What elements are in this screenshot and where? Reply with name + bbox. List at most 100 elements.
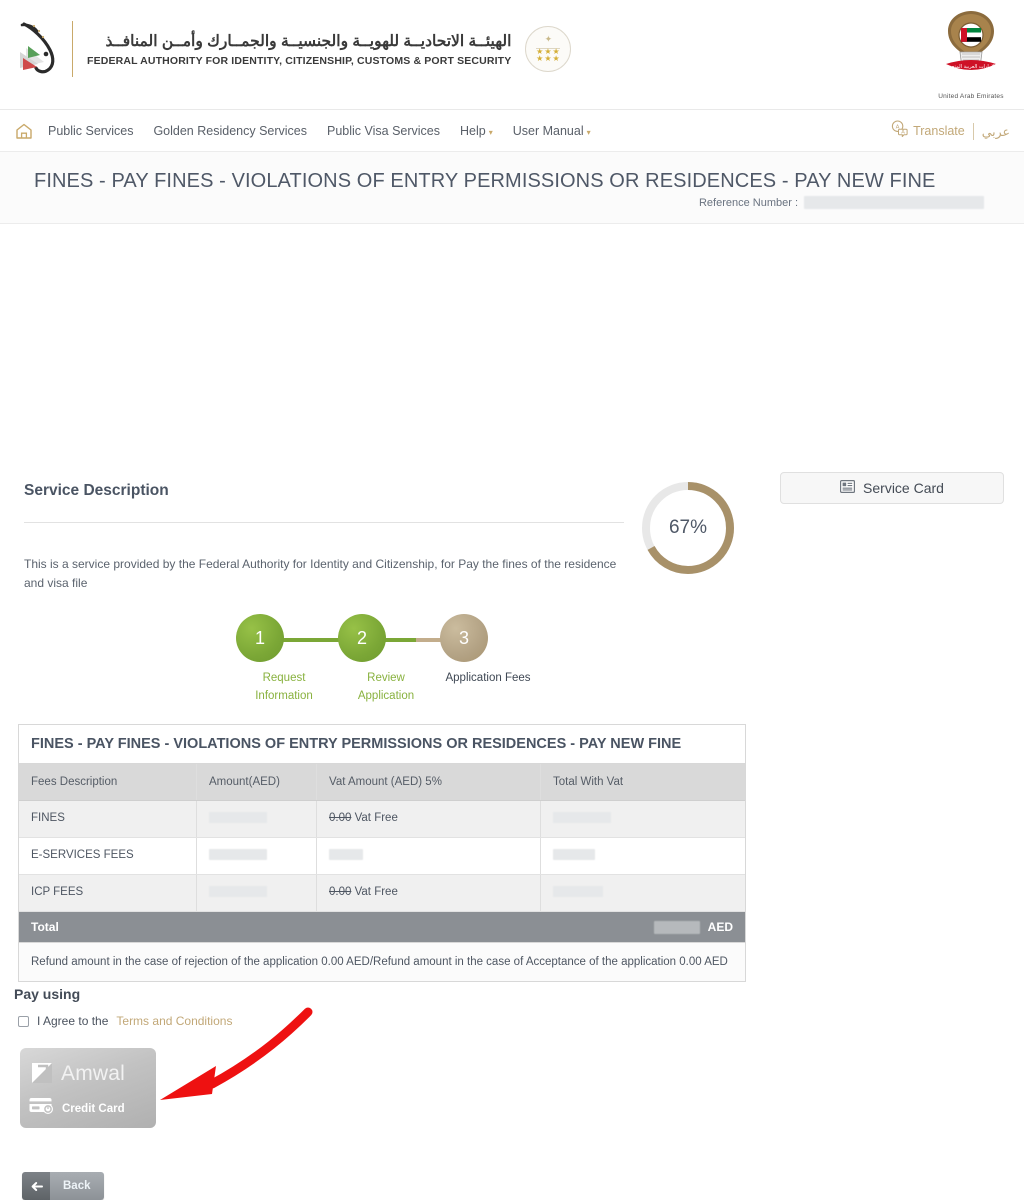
fees-table: FINES - PAY FINES - VIOLATIONS OF ENTRY … (18, 724, 746, 983)
amwal-logo-icon (29, 1058, 55, 1089)
translate-icon: A A (891, 120, 908, 142)
stepper-step-3-caption: Application Fees (445, 672, 531, 684)
service-description-block: Service Description This is a service pr… (24, 482, 624, 592)
cell-vat-struck-value: 0.00 (329, 812, 352, 824)
cell-vat-amount: 0.00 Vat Free (317, 875, 541, 911)
cell-vat-struck-value: 0.00 (329, 886, 352, 898)
card-list-icon (840, 480, 856, 496)
main-navigation: Public Services Golden Residency Service… (0, 110, 1024, 152)
fees-table-title: FINES - PAY FINES - VIOLATIONS OF ENTRY … (19, 725, 745, 764)
brand-divider (72, 21, 73, 77)
stepper-step-1-caption: Request Information (255, 672, 313, 702)
translate-button[interactable]: A A Translate (891, 120, 965, 142)
step-number: 2 (356, 627, 367, 648)
amwal-brand-label: Amwal (61, 1061, 126, 1085)
emblem-caption: United Arab Emirates (938, 93, 1004, 100)
cell-fees-description: E-SERVICES FEES (19, 838, 197, 874)
cell-total-with-vat (541, 801, 745, 837)
stepper-step-2[interactable]: 2 (338, 614, 386, 662)
fees-table-total-row: Total AED (19, 912, 745, 943)
site-header: الهيئــة الاتحاديــة للهويــة والجنسيــة… (0, 0, 1024, 110)
service-card-button[interactable]: Service Card (780, 472, 1004, 504)
nav-separator (972, 122, 974, 140)
progress-stepper: 1 2 3 Request Information Review Applica… (236, 614, 546, 710)
column-header-vat-amount: Vat Amount (AED) 5% (317, 764, 541, 800)
home-icon[interactable] (14, 121, 34, 141)
terms-agreement-row: I Agree to the Terms and Conditions (18, 1014, 232, 1028)
service-description-text: This is a service provided by the Federa… (24, 557, 617, 590)
total-value (653, 920, 700, 934)
progress-ring: 67% (638, 478, 738, 578)
page-title-band: FINES - PAY FINES - VIOLATIONS OF ENTRY … (0, 152, 1024, 224)
reference-number: Reference Number : (699, 196, 984, 209)
nav-item-label: Public Visa Services (327, 123, 441, 138)
back-button[interactable]: Back (22, 1172, 104, 1200)
cell-fees-description: FINES (19, 801, 197, 837)
total-label: Total (31, 920, 59, 934)
column-header-total-with-vat: Total With Vat (553, 776, 624, 788)
fees-table-header-row: Fees Description Amount(AED) Vat Amount … (19, 764, 745, 801)
quality-seal-icon: ✦ ★★★ ★★★ (525, 26, 572, 72)
credit-card-label: Credit Card (62, 1102, 125, 1115)
stepper-step-1[interactable]: 1 (236, 614, 284, 662)
cell-amount (197, 838, 317, 874)
progress-percent-label: 67% (668, 517, 708, 538)
amwal-credit-card-payment-button[interactable]: Amwal Credit Card (20, 1048, 156, 1128)
cell-amount (197, 875, 317, 911)
stepper-step-3[interactable]: 3 (440, 614, 488, 662)
chevron-down-icon: ▾ (488, 127, 493, 137)
credit-card-icon (29, 1097, 55, 1120)
cell-amount (197, 801, 317, 837)
cell-vat-amount: 0.00 Vat Free (317, 801, 541, 837)
translate-label: Translate (913, 124, 965, 138)
arrow-left-icon (22, 1172, 50, 1200)
cell-vat-text: Vat Free (354, 886, 398, 898)
back-button-label: Back (50, 1172, 104, 1200)
pay-using-heading: Pay using (14, 986, 81, 1002)
reference-number-value (804, 196, 984, 209)
refund-note: Refund amount in the case of rejection o… (19, 943, 745, 982)
terms-agreement-prefix: I Agree to the (37, 1014, 109, 1028)
table-row: FINES 0.00 Vat Free (19, 801, 745, 838)
nav-item-label: User Manual (512, 123, 584, 138)
nav-item-label: Public Services (48, 123, 134, 138)
nav-item-label: Help (460, 123, 486, 138)
column-header-amount: Amount(AED) (197, 764, 317, 800)
page-title: FINES - PAY FINES - VIOLATIONS OF ENTRY … (34, 170, 936, 192)
language-arabic-link[interactable]: عربي (982, 124, 1010, 139)
table-row: E-SERVICES FEES (19, 838, 745, 875)
svg-text:A: A (901, 129, 905, 135)
service-description-heading: Service Description (24, 482, 169, 499)
nav-item-golden-residency-services[interactable]: Golden Residency Services (153, 124, 307, 138)
nav-item-help[interactable]: Help ▾ (460, 124, 493, 138)
brand-name-english: FEDERAL AUTHORITY FOR IDENTITY, CITIZENS… (87, 54, 512, 67)
chevron-down-icon: ▾ (586, 127, 591, 137)
brand-block: الهيئــة الاتحاديــة للهويــة والجنسيــة… (14, 18, 572, 80)
terms-agreement-checkbox[interactable] (18, 1015, 29, 1027)
stepper-step-2-caption: Review Application (357, 672, 415, 702)
reference-number-label: Reference Number : (698, 196, 798, 209)
column-header-fees-description: Fees Description (19, 764, 197, 800)
nav-item-public-visa-services[interactable]: Public Visa Services (327, 124, 440, 138)
step-connector-2-3a (382, 638, 416, 642)
total-currency: AED (707, 920, 733, 934)
nav-item-user-manual[interactable]: User Manual ▾ (513, 124, 591, 138)
falcon-logo-icon (14, 18, 66, 80)
nav-item-public-services[interactable]: Public Services (48, 124, 133, 138)
divider (24, 522, 624, 523)
cell-vat-text: Vat Free (354, 812, 398, 824)
step-connector-1-2 (280, 638, 346, 642)
step-number: 3 (458, 627, 469, 648)
svg-text:الإمارات العربية المتحدة: الإمارات العربية المتحدة (946, 64, 996, 70)
cell-fees-description: ICP FEES (19, 875, 197, 911)
service-card-button-label: Service Card (863, 480, 944, 496)
nav-item-label: Golden Residency Services (153, 123, 307, 138)
cell-vat-amount (317, 838, 541, 874)
cell-total-with-vat (541, 838, 745, 874)
cell-total-with-vat (541, 875, 745, 911)
step-number: 1 (254, 627, 265, 648)
uae-emblem-icon: الإمارات العربية المتحدة United Arab Emi… (936, 6, 1006, 100)
table-row: ICP FEES 0.00 Vat Free (19, 875, 745, 912)
terms-and-conditions-link[interactable]: Terms and Conditions (116, 1014, 232, 1028)
brand-name-arabic: الهيئــة الاتحاديــة للهويــة والجنسيــة… (105, 33, 512, 51)
